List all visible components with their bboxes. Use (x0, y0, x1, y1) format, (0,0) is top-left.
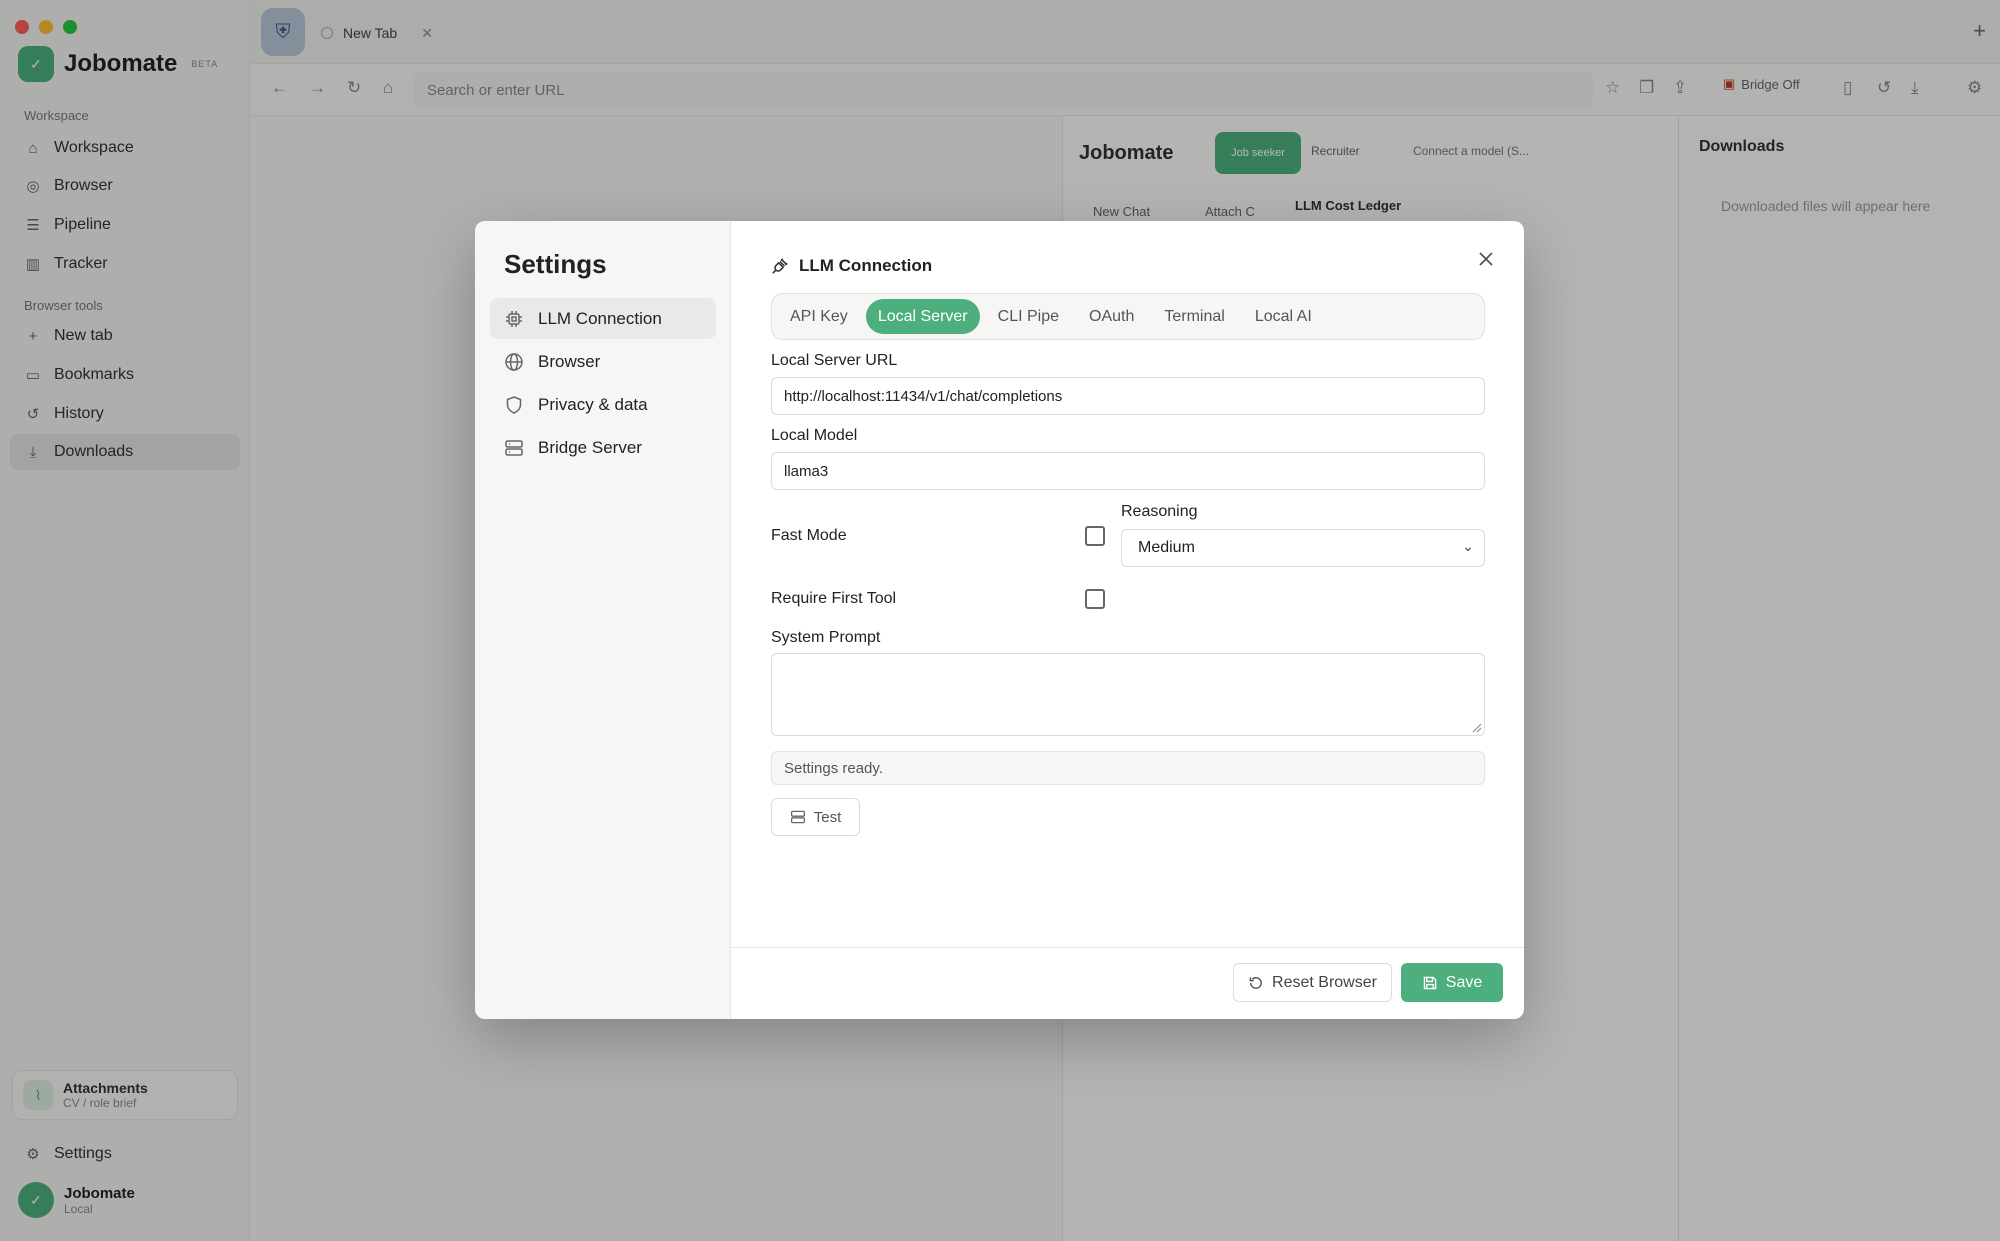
model-input[interactable]: llama3 (771, 452, 1485, 490)
tab-oauth[interactable]: OAuth (1077, 299, 1146, 334)
tab-local-server[interactable]: Local Server (865, 299, 980, 334)
system-prompt-input[interactable] (771, 653, 1485, 736)
fast-mode-checkbox[interactable] (1085, 526, 1105, 546)
settings-nav-llm-connection[interactable]: LLM Connection (490, 298, 716, 339)
tab-terminal[interactable]: Terminal (1152, 299, 1236, 334)
connection-type-tabs: API Key Local Server CLI Pipe OAuth Term… (771, 293, 1485, 340)
save-button[interactable]: Save (1401, 963, 1503, 1002)
tab-api-key[interactable]: API Key (778, 299, 860, 334)
save-icon (1423, 976, 1437, 989)
shield-icon (506, 395, 522, 414)
settings-content: LLM Connection API Key Local Server CLI … (731, 221, 1524, 1019)
chevron-down-icon: ⌄ (1462, 538, 1474, 554)
chip-icon (506, 310, 522, 327)
close-modal-button[interactable] (1474, 247, 1498, 271)
server-icon (505, 439, 523, 456)
section-title: LLM Connection (799, 256, 933, 275)
server-icon (790, 810, 805, 824)
model-label: Local Model (771, 427, 858, 444)
modal-footer: Reset Browser Save (731, 947, 1524, 1019)
server-url-input[interactable]: http://localhost:11434/v1/chat/completio… (771, 377, 1485, 415)
plug-icon (772, 258, 788, 274)
fast-mode-label: Fast Mode (771, 527, 847, 544)
reset-browser-button[interactable]: Reset Browser (1233, 963, 1392, 1002)
status-message: Settings ready. (771, 751, 1485, 785)
resize-handle-icon[interactable] (1472, 723, 1482, 733)
require-tool-checkbox[interactable] (1085, 589, 1105, 609)
settings-nav: Settings LLM Connection Browser Privacy … (475, 221, 731, 1019)
tab-local-ai[interactable]: Local AI (1243, 299, 1324, 334)
server-url-label: Local Server URL (771, 352, 898, 369)
test-button[interactable]: Test (771, 798, 860, 836)
section-header: LLM Connection (771, 256, 932, 276)
reset-icon (1249, 976, 1262, 989)
reasoning-label: Reasoning (1121, 503, 1198, 520)
close-icon (1479, 252, 1493, 266)
tab-cli-pipe[interactable]: CLI Pipe (986, 299, 1071, 334)
settings-nav-privacy[interactable]: Privacy & data (490, 384, 716, 425)
settings-nav-browser[interactable]: Browser (490, 341, 716, 382)
settings-modal: Settings LLM Connection Browser Privacy … (475, 221, 1524, 1019)
reasoning-value: Medium (1138, 539, 1195, 556)
reasoning-select[interactable]: Medium ⌄ (1121, 529, 1485, 567)
settings-title: Settings (504, 249, 607, 279)
settings-nav-bridge-server[interactable]: Bridge Server (490, 427, 716, 468)
globe-icon (505, 352, 523, 371)
system-prompt-label: System Prompt (771, 629, 881, 646)
require-tool-label: Require First Tool (771, 590, 897, 607)
